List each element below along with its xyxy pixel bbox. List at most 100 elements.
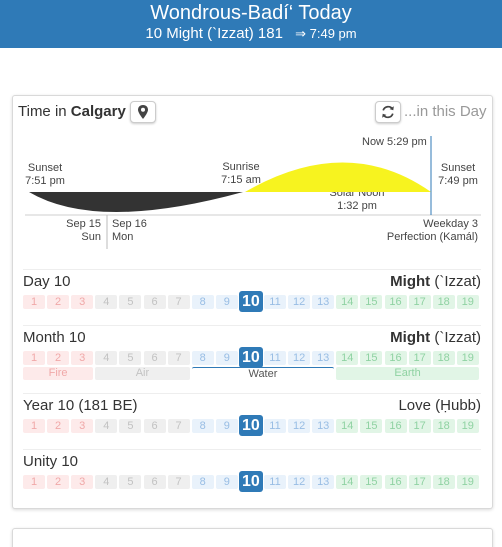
number-cell[interactable]: 5 bbox=[119, 295, 142, 309]
current-number-cell[interactable]: 10 bbox=[239, 472, 262, 491]
number-cell[interactable]: 12 bbox=[288, 295, 311, 309]
number-cell[interactable]: 3 bbox=[71, 295, 94, 309]
number-cell[interactable]: 17 bbox=[408, 295, 431, 309]
number-cell[interactable]: 15 bbox=[360, 419, 383, 433]
number-cell[interactable]: 12 bbox=[288, 475, 311, 489]
number-cell[interactable]: 7 bbox=[167, 419, 190, 433]
number-cell[interactable]: 13 bbox=[312, 295, 335, 309]
number-cell[interactable]: 11 bbox=[264, 295, 286, 309]
number-cell[interactable]: 8 bbox=[191, 419, 214, 433]
number-cell[interactable]: 16 bbox=[384, 351, 407, 365]
number-cell[interactable]: 4 bbox=[95, 419, 118, 433]
number-cell[interactable]: 9 bbox=[215, 419, 238, 433]
number-cell[interactable]: 13 bbox=[312, 419, 335, 433]
number-cell[interactable]: 13 bbox=[312, 351, 335, 365]
number-cell[interactable]: 18 bbox=[432, 351, 455, 365]
number-cell[interactable]: 14 bbox=[336, 419, 359, 433]
daylight-arc bbox=[245, 162, 431, 192]
number-cell[interactable]: 9 bbox=[215, 475, 238, 489]
number-cell[interactable]: 8 bbox=[191, 351, 214, 365]
number-cell[interactable]: 17 bbox=[408, 351, 431, 365]
number-cell[interactable]: 19 bbox=[456, 295, 479, 309]
year-row-name: Love (Ḥubb) bbox=[398, 397, 481, 414]
current-number-cell[interactable]: 10 bbox=[239, 416, 262, 435]
number-cell[interactable]: 16 bbox=[384, 475, 407, 489]
year-row-name-rest: Love (Ḥubb) bbox=[398, 397, 481, 414]
number-cell[interactable]: 2 bbox=[47, 419, 70, 433]
number-cell[interactable]: 19 bbox=[456, 419, 479, 433]
number-cell[interactable]: 15 bbox=[360, 475, 383, 489]
number-cell[interactable]: 2 bbox=[47, 351, 70, 365]
element-water: Water bbox=[191, 367, 335, 380]
current-number-cell[interactable]: 10 bbox=[239, 292, 262, 311]
number-cell[interactable]: 3 bbox=[71, 351, 94, 365]
number-cell[interactable]: 14 bbox=[336, 295, 359, 309]
number-cell[interactable]: 17 bbox=[408, 475, 431, 489]
number-cell[interactable]: 11 bbox=[264, 351, 286, 365]
number-cell[interactable]: 4 bbox=[95, 295, 118, 309]
number-cell[interactable]: 14 bbox=[336, 351, 359, 365]
number-cell[interactable]: 1 bbox=[23, 295, 45, 309]
number-cell[interactable]: 7 bbox=[167, 295, 190, 309]
number-cell[interactable]: 18 bbox=[432, 419, 455, 433]
number-cell[interactable]: 18 bbox=[432, 295, 455, 309]
number-cell[interactable]: 16 bbox=[384, 295, 407, 309]
number-cell[interactable]: 15 bbox=[360, 295, 383, 309]
curr-day-weekday: Mon bbox=[112, 231, 134, 243]
app-title: Wondrous-Badí‘ Today bbox=[150, 2, 352, 24]
number-cell[interactable]: 8 bbox=[191, 475, 214, 489]
row-separator bbox=[23, 325, 481, 326]
day-row-name: Might (`Izzat) bbox=[390, 273, 481, 290]
number-cell[interactable]: 5 bbox=[119, 475, 142, 489]
day-row-name-bold: Might bbox=[390, 273, 431, 290]
badi-weekday-name: Perfection (Kamál) bbox=[386, 231, 478, 243]
month-row-name-rest: (`Izzat) bbox=[430, 329, 481, 346]
number-cell[interactable]: 19 bbox=[456, 351, 479, 365]
number-cell[interactable]: 4 bbox=[95, 351, 118, 365]
number-cell[interactable]: 15 bbox=[360, 351, 383, 365]
number-cell[interactable]: 7 bbox=[167, 351, 190, 365]
number-cell[interactable]: 12 bbox=[288, 351, 311, 365]
number-cell[interactable]: 7 bbox=[167, 475, 190, 489]
day-row-name-rest: (`Izzat) bbox=[430, 273, 481, 290]
number-cell[interactable]: 2 bbox=[47, 295, 70, 309]
number-cell[interactable]: 6 bbox=[143, 351, 166, 365]
badi-weekday-label: Weekday 3 bbox=[423, 218, 478, 230]
unity-row: Unity 10 1 2 3 4 5 6 7 8 9 10 11 12 13 14 15 16 17 18 19 bbox=[23, 453, 481, 493]
number-cell[interactable]: 1 bbox=[23, 419, 45, 433]
year-row-title: Year 10 (181 BE) bbox=[23, 397, 138, 414]
number-cell[interactable]: 13 bbox=[312, 475, 335, 489]
number-cell[interactable]: 2 bbox=[47, 475, 70, 489]
number-cell[interactable]: 1 bbox=[23, 351, 45, 365]
row-separator bbox=[23, 449, 481, 450]
number-cell[interactable]: 6 bbox=[143, 419, 166, 433]
number-cell[interactable]: 12 bbox=[288, 419, 311, 433]
number-cell[interactable]: 19 bbox=[456, 475, 479, 489]
number-cell[interactable]: 8 bbox=[191, 295, 214, 309]
number-cell[interactable]: 1 bbox=[23, 475, 45, 489]
number-cell[interactable]: 9 bbox=[215, 295, 238, 309]
number-cell[interactable]: 14 bbox=[336, 475, 359, 489]
number-cell[interactable]: 3 bbox=[71, 419, 94, 433]
month-row-name: Might (`Izzat) bbox=[390, 329, 481, 346]
current-number-cell[interactable]: 10 bbox=[239, 348, 262, 367]
number-cell[interactable]: 11 bbox=[264, 475, 286, 489]
number-cell[interactable]: 5 bbox=[119, 351, 142, 365]
number-cell[interactable]: 16 bbox=[384, 419, 407, 433]
number-cell[interactable]: 4 bbox=[95, 475, 118, 489]
number-cell[interactable]: 17 bbox=[408, 419, 431, 433]
number-cell[interactable]: 11 bbox=[264, 419, 286, 433]
number-cell[interactable]: 6 bbox=[143, 295, 166, 309]
arrow-right-icon: ⇒ bbox=[295, 26, 307, 41]
number-cell[interactable]: 18 bbox=[432, 475, 455, 489]
element-fire: Fire bbox=[23, 367, 94, 380]
header-sunset: ⇒ 7:49 pm bbox=[295, 26, 357, 41]
number-cell[interactable]: 3 bbox=[71, 475, 94, 489]
element-air: Air bbox=[95, 367, 190, 380]
number-cell[interactable]: 6 bbox=[143, 475, 166, 489]
unity-row-title: Unity 10 bbox=[23, 453, 79, 470]
number-cell[interactable]: 5 bbox=[119, 419, 142, 433]
number-cell[interactable]: 9 bbox=[215, 351, 238, 365]
day-row: Day 10 Might (`Izzat) 1 2 3 4 5 6 7 8 9 10 11 12 13 1… bbox=[23, 273, 481, 313]
header-sunset-time: 7:49 pm bbox=[309, 26, 357, 41]
